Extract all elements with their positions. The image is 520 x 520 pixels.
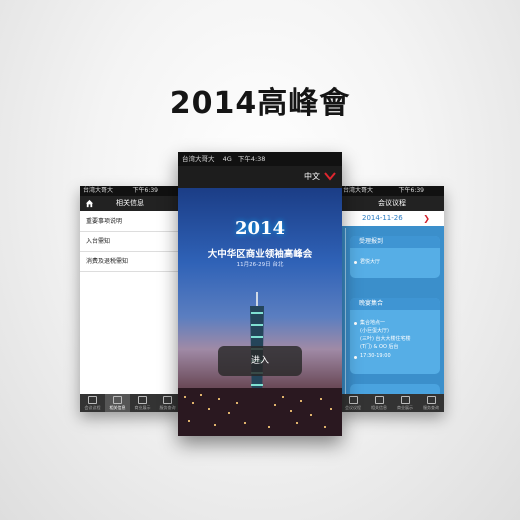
card-line: 君悦大厅 (360, 259, 381, 265)
card-line: (三叶) 台大大楼住宅楼 (360, 336, 411, 342)
tab-info[interactable]: 相关信息 (105, 394, 130, 412)
right-phone-screen: 台湾大哥大 下午6:39 会议议程 2014-11-26 ❯ 受理报到 君悦大厅… (340, 186, 444, 412)
nav-title: 会议议程 (378, 199, 406, 207)
event-dates: 11月26-29日 台北 (236, 262, 284, 268)
calendar-icon (348, 395, 358, 404)
left-phone-screen: 台湾大哥大 下午6:39 相关信息 重要事项说明 入台需知 消费及退税需知 会议… (80, 186, 180, 412)
tab-label: 相关信息 (109, 404, 126, 410)
card-title: 受理报到 (350, 236, 440, 248)
info-icon (113, 395, 122, 404)
info-list: 重要事项说明 入台需知 消费及退税需知 (80, 212, 180, 272)
agenda-date: 2014-11-26 (362, 214, 403, 222)
card-title: 晚宴集合 (350, 298, 440, 310)
card-line: 17:30-19:00 (360, 353, 391, 359)
tab-label: 服务查询 (159, 404, 176, 410)
enter-button[interactable]: 进入 (218, 346, 302, 376)
tab-showcase[interactable]: 商业展示 (392, 394, 418, 412)
showcase-icon (400, 395, 410, 404)
nav-title: 相关信息 (116, 199, 144, 207)
tab-label: 商业展示 (397, 404, 413, 410)
tab-service[interactable]: 服务查询 (155, 394, 180, 412)
center-phone-screen: 台湾大哥大 4G 下午4:38 中文 2014 大中华区商业领袖高峰会 11月2… (178, 152, 342, 436)
status-time: 下午6:39 (132, 187, 158, 194)
nav-bar: 相关信息 (80, 196, 180, 211)
card-line: (小巨蛋大厅) (360, 328, 389, 334)
date-selector: 2014-11-26 ❯ (340, 211, 444, 226)
timeline-line (345, 228, 346, 394)
tab-label: 会议议程 (345, 404, 361, 410)
list-item[interactable]: 入台需知 (80, 232, 180, 252)
tab-bar: 会议议程 相关信息 商业展示 服务查询 (340, 394, 444, 412)
calendar-icon (88, 395, 97, 404)
tab-showcase[interactable]: 商业展示 (130, 394, 155, 412)
status-bar: 台湾大哥大 下午6:39 (340, 186, 444, 196)
tab-label: 相关信息 (371, 404, 387, 410)
nav-bar: 会议议程 (340, 196, 444, 211)
status-time: 下午6:39 (398, 187, 424, 194)
tab-info[interactable]: 相关信息 (366, 394, 392, 412)
status-carrier: 台湾大哥大 (83, 187, 114, 194)
tab-label: 会议议程 (84, 404, 101, 410)
list-item[interactable]: 重要事项说明 (80, 212, 180, 232)
agenda-card[interactable]: 受理报到 君悦大厅 (350, 236, 440, 278)
tab-label: 服务查询 (423, 404, 439, 410)
event-title: 大中华区商业领袖高峰会 (207, 249, 313, 260)
service-icon (426, 395, 436, 404)
taipei-skyline-image (178, 292, 342, 436)
card-line: (T门) & OO 后台 (360, 344, 399, 350)
tab-agenda[interactable]: 会议议程 (340, 394, 366, 412)
status-carrier: 台湾大哥大 (343, 187, 374, 194)
info-icon (374, 395, 384, 404)
headline: 2014高峰會 (169, 86, 351, 121)
event-logo: 2014 (234, 218, 286, 239)
tab-bar: 会议议程 相关信息 商业展示 服务查询 (80, 394, 180, 412)
agenda-card[interactable]: 晚宴集合 集合地点一 (小巨蛋大厅) (三叶) 台大大楼住宅楼 (T门) & O… (350, 298, 440, 374)
showcase-icon (138, 395, 147, 404)
chevron-right-icon[interactable]: ❯ (423, 211, 430, 226)
tab-label: 商业展示 (134, 404, 151, 410)
tab-service[interactable]: 服务查询 (418, 394, 444, 412)
card-line: 集合地点一 (360, 320, 386, 326)
location-pin-icon (354, 261, 357, 264)
status-bar: 台湾大哥大 下午6:39 (80, 186, 180, 196)
list-item[interactable]: 消费及退税需知 (80, 252, 180, 272)
location-pin-icon (354, 322, 357, 325)
clock-icon (354, 356, 357, 359)
tab-agenda[interactable]: 会议议程 (80, 394, 105, 412)
service-icon (163, 395, 172, 404)
